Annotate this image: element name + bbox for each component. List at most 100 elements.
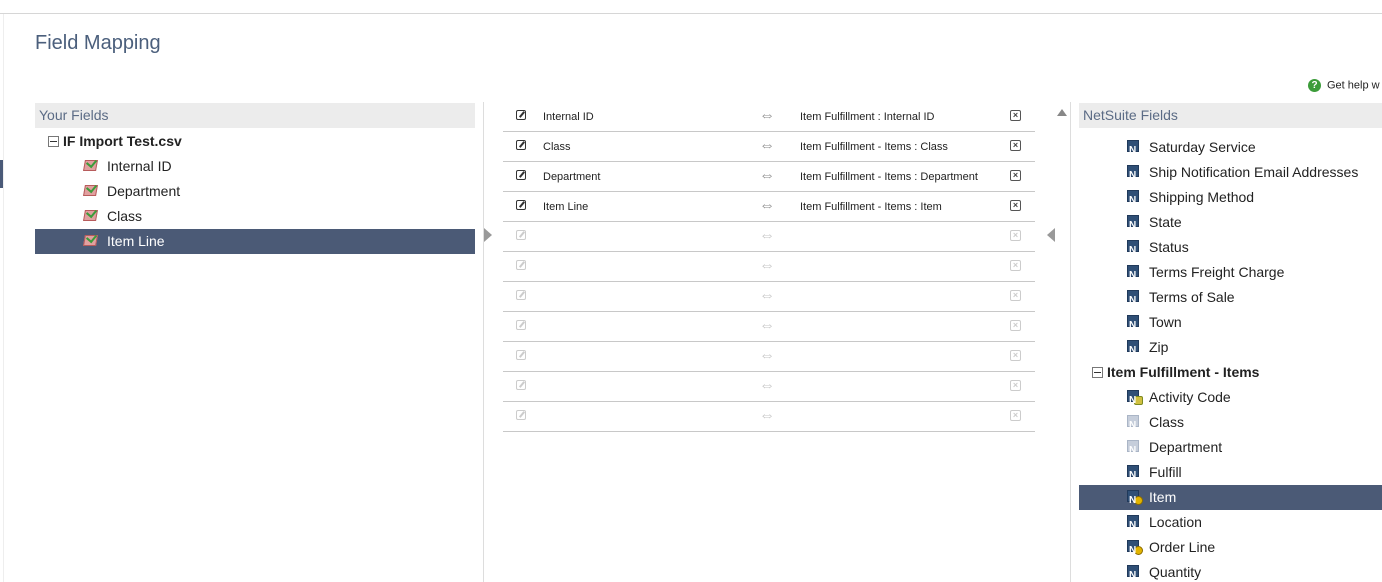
swap-arrows-icon: ⇔	[759, 407, 775, 424]
mapping-row[interactable]: Internal ID Item Fulfillment : Internal I…	[503, 102, 1035, 132]
help-label: Get help w	[1327, 79, 1380, 92]
netsuite-field-label: Terms Freight Charge	[1149, 264, 1285, 280]
netsuite-field-item[interactable]: Ship Notification Email Addresses	[1079, 160, 1382, 188]
help-link[interactable]: ? Get help w	[1308, 79, 1380, 92]
netsuite-field-item[interactable]: State	[1079, 210, 1382, 238]
mapped-netsuite-field: Item Fulfillment : Internal ID	[800, 111, 935, 123]
netsuite-field-item[interactable]: Status	[1079, 235, 1382, 263]
netsuite-field-item[interactable]: Fulfill	[1079, 460, 1382, 488]
edit-icon	[516, 260, 526, 270]
field-icon	[1127, 288, 1139, 313]
edit-icon[interactable]	[516, 170, 526, 180]
netsuite-field-item[interactable]: Terms Freight Charge	[1079, 260, 1382, 288]
field-disabled-icon	[1127, 438, 1139, 463]
netsuite-field-label: Status	[1149, 239, 1189, 255]
empty-mapping-row[interactable]: ⇔ ×	[503, 342, 1035, 372]
delete-icon: ×	[1010, 380, 1021, 391]
empty-mapping-row[interactable]: ⇔ ×	[503, 282, 1035, 312]
map-right-arrow[interactable]	[484, 228, 492, 242]
empty-mapping-row[interactable]: ⇔ ×	[503, 402, 1035, 432]
delete-icon[interactable]: ×	[1010, 110, 1021, 121]
collapse-icon[interactable]	[48, 135, 59, 147]
netsuite-field-item[interactable]: Saturday Service	[1079, 135, 1382, 163]
swap-arrows-icon: ⇔	[759, 317, 775, 334]
your-field-item[interactable]: Internal ID	[35, 154, 475, 179]
field-key-icon	[1127, 538, 1143, 563]
key-badge-icon	[1134, 546, 1143, 556]
edit-icon	[516, 350, 526, 360]
collapse-icon[interactable]	[1092, 366, 1103, 378]
netsuite-field-item[interactable]: Terms of Sale	[1079, 285, 1382, 313]
field-icon	[1127, 513, 1139, 538]
field-locked-icon	[1127, 388, 1143, 413]
delete-icon: ×	[1010, 350, 1021, 361]
delete-icon[interactable]: ×	[1010, 200, 1021, 211]
netsuite-field-item[interactable]: Location	[1079, 510, 1382, 538]
netsuite-fields-tree[interactable]: Saturday Service Ship Notification Email …	[1079, 128, 1382, 582]
your-field-label: Class	[107, 208, 143, 224]
your-fields-header: Your Fields	[35, 103, 475, 128]
mapping-row[interactable]: Class Item Fulfillment - Items : Class ⇔ ×	[503, 132, 1035, 162]
top-divider	[0, 13, 1382, 14]
empty-mapping-row[interactable]: ⇔ ×	[503, 312, 1035, 342]
edit-icon[interactable]	[516, 110, 526, 120]
mapping-row[interactable]: Item Line Item Fulfillment - Items : Item…	[503, 192, 1035, 222]
empty-mapping-row[interactable]: ⇔ ×	[503, 222, 1035, 252]
swap-arrows-icon: ⇔	[759, 287, 775, 304]
delete-icon[interactable]: ×	[1010, 140, 1021, 151]
help-icon: ?	[1308, 79, 1321, 92]
swap-arrows-icon: ⇔	[759, 137, 775, 154]
swap-arrows-icon: ⇔	[759, 227, 775, 244]
your-field-item[interactable]: Item Line	[35, 229, 475, 254]
delete-icon[interactable]: ×	[1010, 170, 1021, 181]
edit-icon	[516, 230, 526, 240]
swap-arrows-icon: ⇔	[759, 377, 775, 394]
netsuite-field-label: Quantity	[1149, 564, 1202, 580]
right-divider	[1070, 102, 1071, 582]
key-badge-icon	[1134, 496, 1143, 506]
field-disabled-icon	[1127, 413, 1139, 438]
mapping-row[interactable]: Department Item Fulfillment - Items : Dep…	[503, 162, 1035, 192]
csv-file-name: IF Import Test.csv	[63, 133, 182, 149]
netsuite-field-item[interactable]: Quantity	[1079, 560, 1382, 582]
empty-mapping-row[interactable]: ⇔ ×	[503, 372, 1035, 402]
your-field-item[interactable]: Class	[35, 204, 475, 229]
edit-icon	[516, 410, 526, 420]
netsuite-field-label: Zip	[1149, 339, 1169, 355]
netsuite-field-label: Class	[1149, 414, 1185, 430]
field-icon	[1127, 213, 1139, 238]
lock-badge-icon	[1134, 396, 1143, 406]
netsuite-fields-header: NetSuite Fields	[1079, 103, 1382, 128]
netsuite-field-item[interactable]: Shipping Method	[1079, 185, 1382, 213]
swap-arrows-icon: ⇔	[759, 347, 775, 364]
netsuite-group-node[interactable]: Item Fulfillment - Items	[1079, 360, 1382, 385]
empty-mapping-row[interactable]: ⇔ ×	[503, 252, 1035, 282]
left-divider	[483, 102, 484, 582]
netsuite-field-item[interactable]: Order Line	[1079, 535, 1382, 563]
left-edge-line	[3, 14, 4, 582]
mapped-your-field: Item Line	[543, 201, 589, 213]
edit-icon[interactable]	[516, 140, 526, 150]
delete-icon: ×	[1010, 320, 1021, 331]
netsuite-field-item[interactable]: Class	[1079, 410, 1382, 438]
move-up-arrow[interactable]	[1057, 109, 1067, 116]
edit-icon	[516, 380, 526, 390]
your-field-item[interactable]: Department	[35, 179, 475, 204]
page-title: Field Mapping	[35, 32, 161, 54]
netsuite-field-item[interactable]: Department	[1079, 435, 1382, 463]
field-icon	[1127, 138, 1139, 163]
netsuite-field-item[interactable]: Activity Code	[1079, 385, 1382, 413]
mapped-your-field: Internal ID	[543, 111, 594, 123]
netsuite-field-label: State	[1149, 214, 1182, 230]
netsuite-field-item[interactable]: Item	[1079, 485, 1382, 513]
mapped-your-field: Class	[543, 141, 571, 153]
edit-icon[interactable]	[516, 200, 526, 210]
delete-icon: ×	[1010, 410, 1021, 421]
netsuite-field-item[interactable]: Zip	[1079, 335, 1382, 363]
mapped-netsuite-field: Item Fulfillment - Items : Item	[800, 201, 942, 213]
csv-file-node[interactable]: IF Import Test.csv	[48, 129, 182, 154]
netsuite-field-item[interactable]: Town	[1079, 310, 1382, 338]
netsuite-field-label: Town	[1149, 314, 1182, 330]
swap-arrows-icon: ⇔	[759, 197, 775, 214]
map-left-arrow[interactable]	[1047, 228, 1055, 242]
